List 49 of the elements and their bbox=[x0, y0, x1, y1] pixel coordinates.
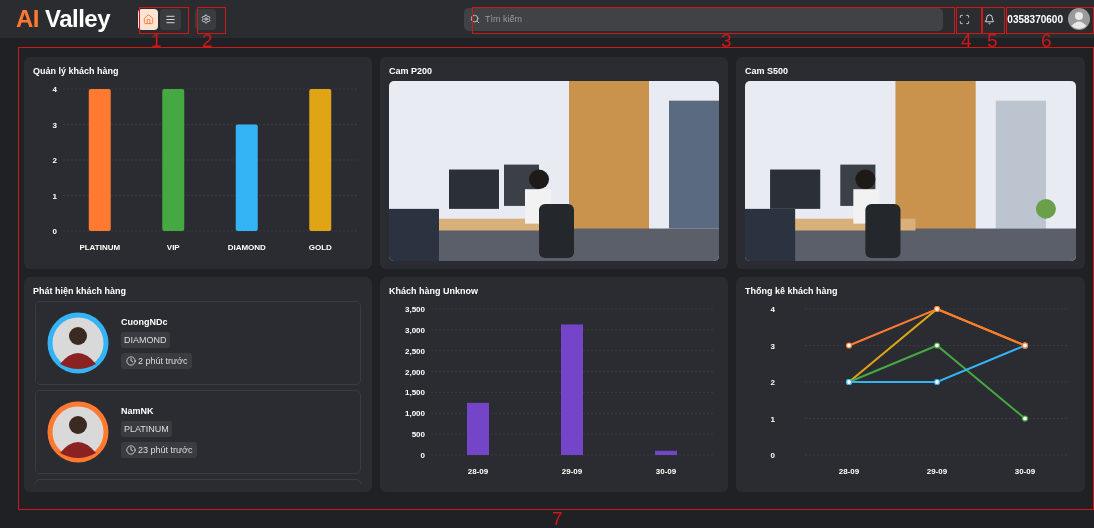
axis-label: 0 bbox=[770, 451, 775, 460]
axis-label: VIP bbox=[166, 243, 180, 252]
annotation-number: 1 bbox=[151, 31, 162, 50]
annotation-number: 7 bbox=[552, 509, 563, 528]
customer-name: CuongNDc bbox=[121, 317, 168, 327]
logo: AI Valley bbox=[16, 5, 112, 33]
axis-label: 29-09 bbox=[926, 467, 948, 476]
annotation-number: 5 bbox=[987, 31, 998, 50]
axis-label: DIAMOND bbox=[227, 243, 266, 252]
axis-label: 29-09 bbox=[561, 467, 583, 476]
axis-label: 30-09 bbox=[1014, 467, 1036, 476]
axis-label: 3,500 bbox=[404, 305, 425, 314]
axis-label: 28-09 bbox=[838, 467, 860, 476]
card-title: Quản lý khách hàng bbox=[33, 66, 120, 76]
axis-label: 2,000 bbox=[404, 367, 425, 377]
axis-label: 4 bbox=[770, 305, 775, 314]
axis-label: 1 bbox=[52, 191, 57, 201]
time-text: 2 phút trước bbox=[138, 356, 188, 366]
tier-tag: DIAMOND bbox=[121, 332, 170, 348]
annotation-number: 4 bbox=[961, 31, 972, 50]
axis-label: 2 bbox=[52, 156, 57, 165]
customer-name: NamNK bbox=[121, 406, 154, 416]
axis-label: 28-09 bbox=[467, 467, 489, 476]
annotation-number: 3 bbox=[721, 31, 732, 50]
axis-label: 0 bbox=[420, 451, 425, 460]
card-title: Phát hiện khách hàng bbox=[33, 286, 127, 296]
phone-number: 0358370600 bbox=[1007, 13, 1063, 25]
axis-label: 3,000 bbox=[404, 325, 425, 335]
axis-label: GOLD bbox=[308, 243, 332, 252]
axis-label: 500 bbox=[411, 430, 425, 440]
axis-label: 1 bbox=[770, 414, 775, 424]
card-title: Cam S500 bbox=[745, 66, 790, 76]
axis-label: 2,500 bbox=[404, 346, 425, 356]
axis-label: 3 bbox=[52, 120, 57, 130]
card-title: Cam P200 bbox=[389, 66, 434, 76]
card-title: Thống kê khách hàng bbox=[745, 286, 839, 296]
time-text: 23 phút trước bbox=[138, 445, 193, 455]
axis-label: 1,000 bbox=[404, 409, 425, 419]
axis-label: 3 bbox=[770, 341, 775, 351]
axis-label: 2 bbox=[770, 378, 775, 387]
card-title: Khách hàng Unknow bbox=[389, 286, 479, 296]
axis-label: 0 bbox=[52, 227, 57, 236]
axis-label: 1,500 bbox=[404, 388, 425, 398]
axis-label: 4 bbox=[52, 85, 57, 94]
annotation-number: 2 bbox=[202, 31, 213, 50]
tier-tag: PLATINUM bbox=[121, 421, 172, 437]
annotation-number: 6 bbox=[1041, 31, 1052, 50]
axis-label: PLATINUM bbox=[79, 243, 121, 252]
axis-label: 30-09 bbox=[655, 467, 677, 476]
